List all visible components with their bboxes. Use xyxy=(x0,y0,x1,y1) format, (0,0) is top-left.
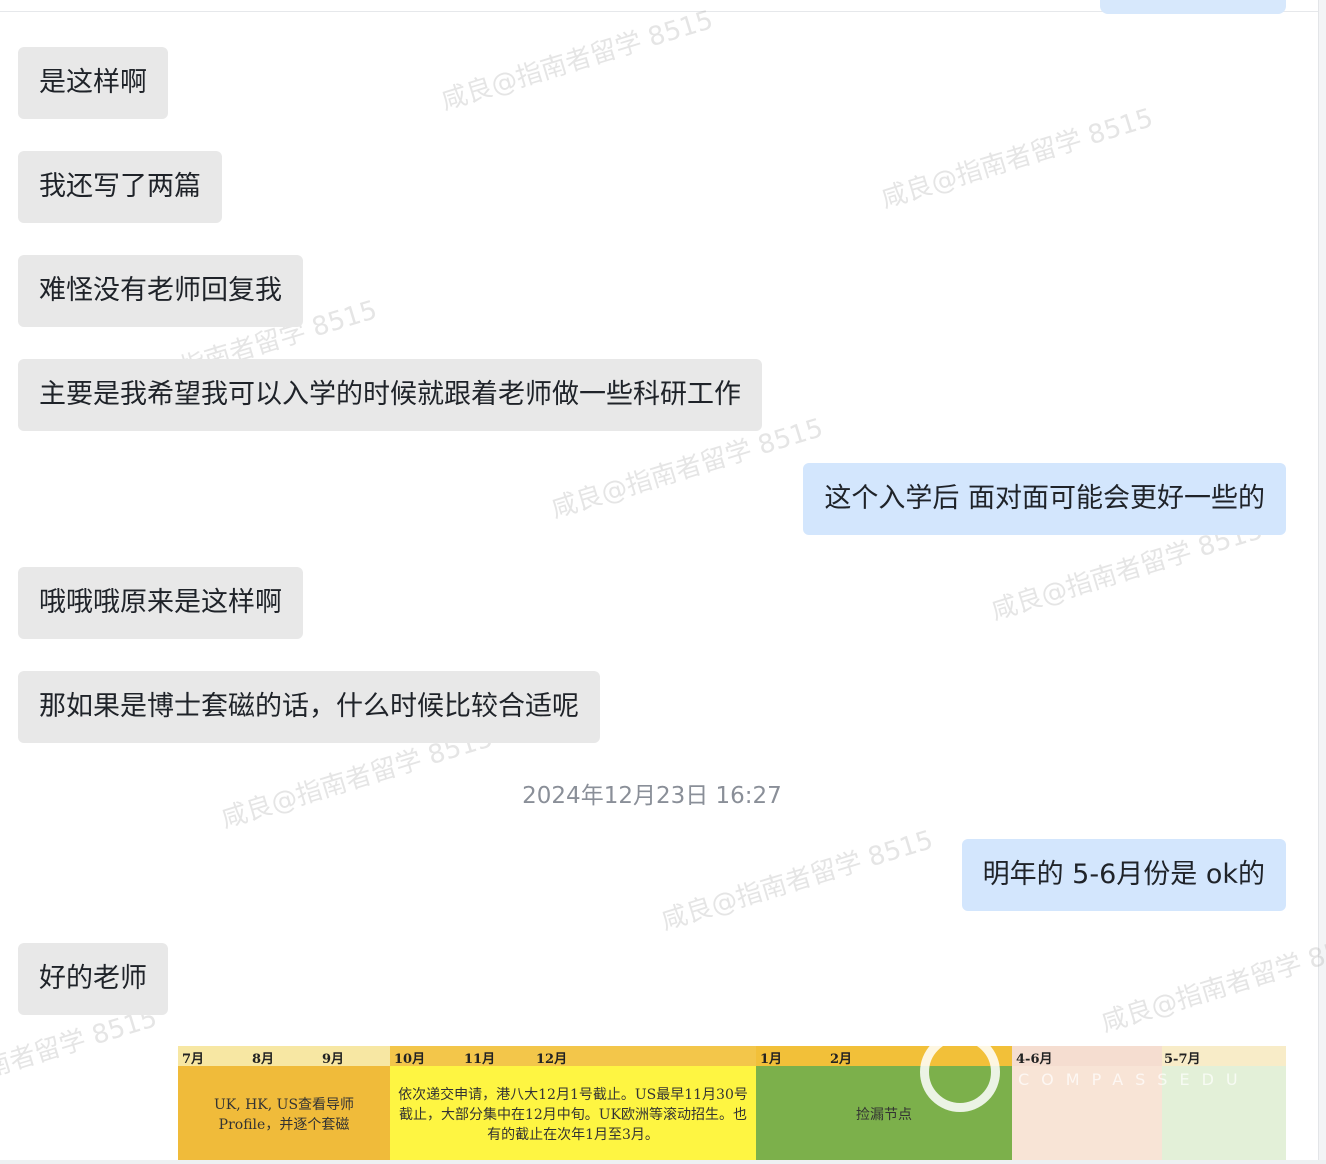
timeline-month: 12月 xyxy=(536,1052,568,1067)
timeline-phase-apply: 依次递交申请，港八大12月1号截止。US最早11月30号截止，大部分集中在12月… xyxy=(390,1066,756,1164)
watermark: 咸良@指南者留学 8515 xyxy=(657,825,937,937)
timeline-month: 10月 xyxy=(394,1052,426,1067)
scrollbar-track[interactable] xyxy=(1318,0,1326,1164)
watermark: 咸良@指南者留学 8515 xyxy=(1097,927,1326,1039)
timeline-month: 8月 xyxy=(252,1052,275,1067)
message-timestamp: 2024年12月23日 16:27 xyxy=(522,783,782,809)
timeline-month-header: 7月 8月 9月 10月 11月 12月 1月 2月 4-6月 5-7月 xyxy=(178,1046,1286,1067)
message-bubble-received[interactable]: 主要是我希望我可以入学的时候就跟着老师做一些科研工作 xyxy=(18,359,762,431)
bottom-border xyxy=(0,1160,1326,1164)
logo-watermark-text: COMPASSEDU xyxy=(1018,1070,1250,1089)
message-bubble-received[interactable]: 我还写了两篇 xyxy=(18,151,222,223)
compassedu-logo-icon xyxy=(920,1032,1000,1112)
timeline-month: 7月 xyxy=(182,1052,205,1067)
message-bubble-received[interactable]: 好的老师 xyxy=(18,943,168,1015)
watermark: 咸良@指南者留学 8515 xyxy=(437,5,717,117)
timeline-phase-contact: UK, HK, US查看导师Profile，并逐个套磁 xyxy=(178,1066,390,1164)
message-bubble-received[interactable]: 那如果是博士套磁的话，什么时候比较合适呢 xyxy=(18,671,600,743)
timeline-month: 11月 xyxy=(464,1052,496,1067)
watermark: 咸良@指南者留学 8515 xyxy=(0,1003,161,1115)
message-bubble-sent[interactable]: 明年的 5-6月份是 ok的 xyxy=(961,839,1286,911)
message-bubble-sent[interactable]: 这个入学后 面对面可能会更好一些的 xyxy=(803,463,1286,535)
previous-message-bubble-edge xyxy=(1100,0,1286,14)
message-bubble-received[interactable]: 是这样啊 xyxy=(18,47,168,119)
timeline-month: 1月 xyxy=(760,1052,783,1067)
watermark: 咸良@指南者留学 8515 xyxy=(877,103,1157,215)
timeline-month: 4-6月 xyxy=(1016,1052,1053,1067)
message-bubble-received[interactable]: 难怪没有老师回复我 xyxy=(18,255,303,327)
timeline-month: 5-7月 xyxy=(1164,1052,1201,1067)
image-message-timeline[interactable]: 7月 8月 9月 10月 11月 12月 1月 2月 4-6月 5-7月 UK,… xyxy=(178,1046,1286,1164)
message-bubble-received[interactable]: 哦哦哦原来是这样啊 xyxy=(18,567,303,639)
timeline-month: 2月 xyxy=(830,1052,853,1067)
timeline-month: 9月 xyxy=(322,1052,345,1067)
